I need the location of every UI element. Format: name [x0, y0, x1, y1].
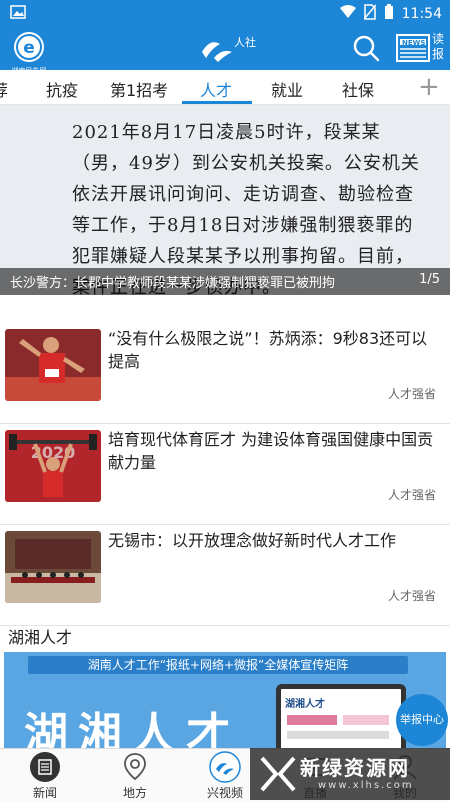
banner-image: 2021年8月17日凌晨5时许，段某某（男，49岁）到公安机关投案。公安机关依法… — [0, 105, 450, 295]
report-center-button[interactable]: 举报中心 — [396, 694, 448, 746]
article-title[interactable]: 无锡市：以开放理念做好新时代人才工作 — [108, 529, 440, 552]
image-notification-icon — [10, 5, 26, 23]
svg-text:e: e — [23, 38, 35, 58]
nav-local[interactable]: 地方 — [100, 749, 170, 801]
active-tab-indicator — [182, 101, 252, 104]
promo-phone-image: 湖湘人才 — [276, 684, 406, 748]
article-title[interactable]: 培育现代体育匠才 为建设体育强国健康中国贡献力量 — [108, 428, 440, 474]
banner-caption-bar: 长沙警方：长郡中学教师段某某涉嫌强制猥亵罪已被刑拘 1/5 — [0, 268, 450, 295]
watermark: 新绿资源网 www.xlhs.com — [250, 748, 450, 800]
tab-social-security[interactable]: 社保 — [342, 77, 374, 101]
promo-headline: 湖南人才工作“报纸+网络+微报”全媒体宣传矩阵 — [28, 656, 408, 674]
category-tabs: 荐 抗疫 第1招考 人才 就业 社保 + — [0, 70, 450, 105]
battery-icon — [384, 4, 394, 24]
search-button[interactable] — [352, 34, 380, 62]
nav-news[interactable]: 新闻 — [10, 749, 80, 801]
reader-button[interactable]: NEWS 读报 — [396, 30, 446, 66]
article-source: 人才强省 — [387, 488, 436, 502]
tab-talent[interactable]: 人才 — [200, 77, 232, 101]
app-logo[interactable]: e 湖南民生网 — [12, 30, 47, 75]
article-source: 人才强省 — [387, 589, 436, 603]
brand-text: 人社 — [234, 36, 256, 49]
news-icon — [30, 752, 60, 782]
article-thumbnail — [5, 329, 101, 401]
logo-e-icon: e — [14, 32, 44, 62]
location-icon — [124, 753, 146, 781]
article-thumbnail — [5, 531, 101, 603]
watermark-text: 新绿资源网 — [300, 756, 410, 780]
watermark-logo-icon — [260, 756, 296, 792]
list-item[interactable]: 2020 培育现代体育匠才 为建设体育强国健康中国贡献力量 人才强省 — [0, 424, 450, 525]
banner-caption[interactable]: 长沙警方：长郡中学教师段某某涉嫌强制猥亵罪已被刑拘 — [10, 272, 335, 291]
list-item[interactable]: “没有什么极限之说”！苏炳添：9秒83还可以提高 人才强省 — [0, 323, 450, 424]
banner-carousel[interactable]: 2021年8月17日凌晨5时许，段某某（男，49岁）到公安机关投案。公安机关依法… — [0, 105, 450, 295]
tab-exams[interactable]: 第1招考 — [110, 77, 168, 101]
newspaper-icon — [396, 34, 430, 62]
watermark-url: www.xlhs.com — [318, 780, 414, 791]
banner-index: 1/5 — [419, 272, 440, 287]
nav-label: 地方 — [122, 786, 147, 800]
tab-recommend[interactable]: 荐 — [0, 77, 8, 101]
tab-epidemic[interactable]: 抗疫 — [46, 77, 78, 101]
search-icon — [353, 35, 380, 62]
clock: 11:54 — [401, 6, 442, 22]
app-header: e 湖南民生网 人社 NEWS 读报 — [0, 26, 450, 75]
promo-card-text: 湖湘人才 — [285, 699, 325, 710]
reader-label: 读报 — [432, 32, 445, 61]
reader-badge: NEWS — [402, 39, 426, 47]
article-source: 人才强省 — [387, 387, 436, 401]
wifi-icon — [339, 5, 356, 23]
video-icon — [209, 751, 241, 783]
section-title: 湖湘人才 — [8, 628, 73, 647]
sprinter-image-icon — [5, 329, 101, 401]
list-item[interactable]: 无锡市：以开放理念做好新时代人才工作 人才强省 — [0, 525, 450, 626]
tab-employment[interactable]: 就业 — [271, 77, 303, 101]
article-title[interactable]: “没有什么极限之说”！苏炳添：9秒83还可以提高 — [108, 327, 440, 373]
meeting-image-icon — [5, 531, 101, 603]
add-channel-icon[interactable]: + — [418, 72, 440, 102]
no-sim-icon — [363, 4, 377, 24]
status-bar: 11:54 — [0, 0, 450, 26]
weightlifter-image-icon: 2020 — [5, 430, 101, 502]
brand-logo: 人社 — [198, 30, 258, 66]
promo-banner[interactable]: 湖南人才工作“报纸+网络+微报”全媒体宣传矩阵 湖湘人才 湖湘人才 — [4, 652, 446, 748]
nav-label: 新闻 — [32, 786, 57, 800]
article-thumbnail: 2020 — [5, 430, 101, 502]
promo-big-text: 湖湘人才 — [24, 709, 240, 748]
